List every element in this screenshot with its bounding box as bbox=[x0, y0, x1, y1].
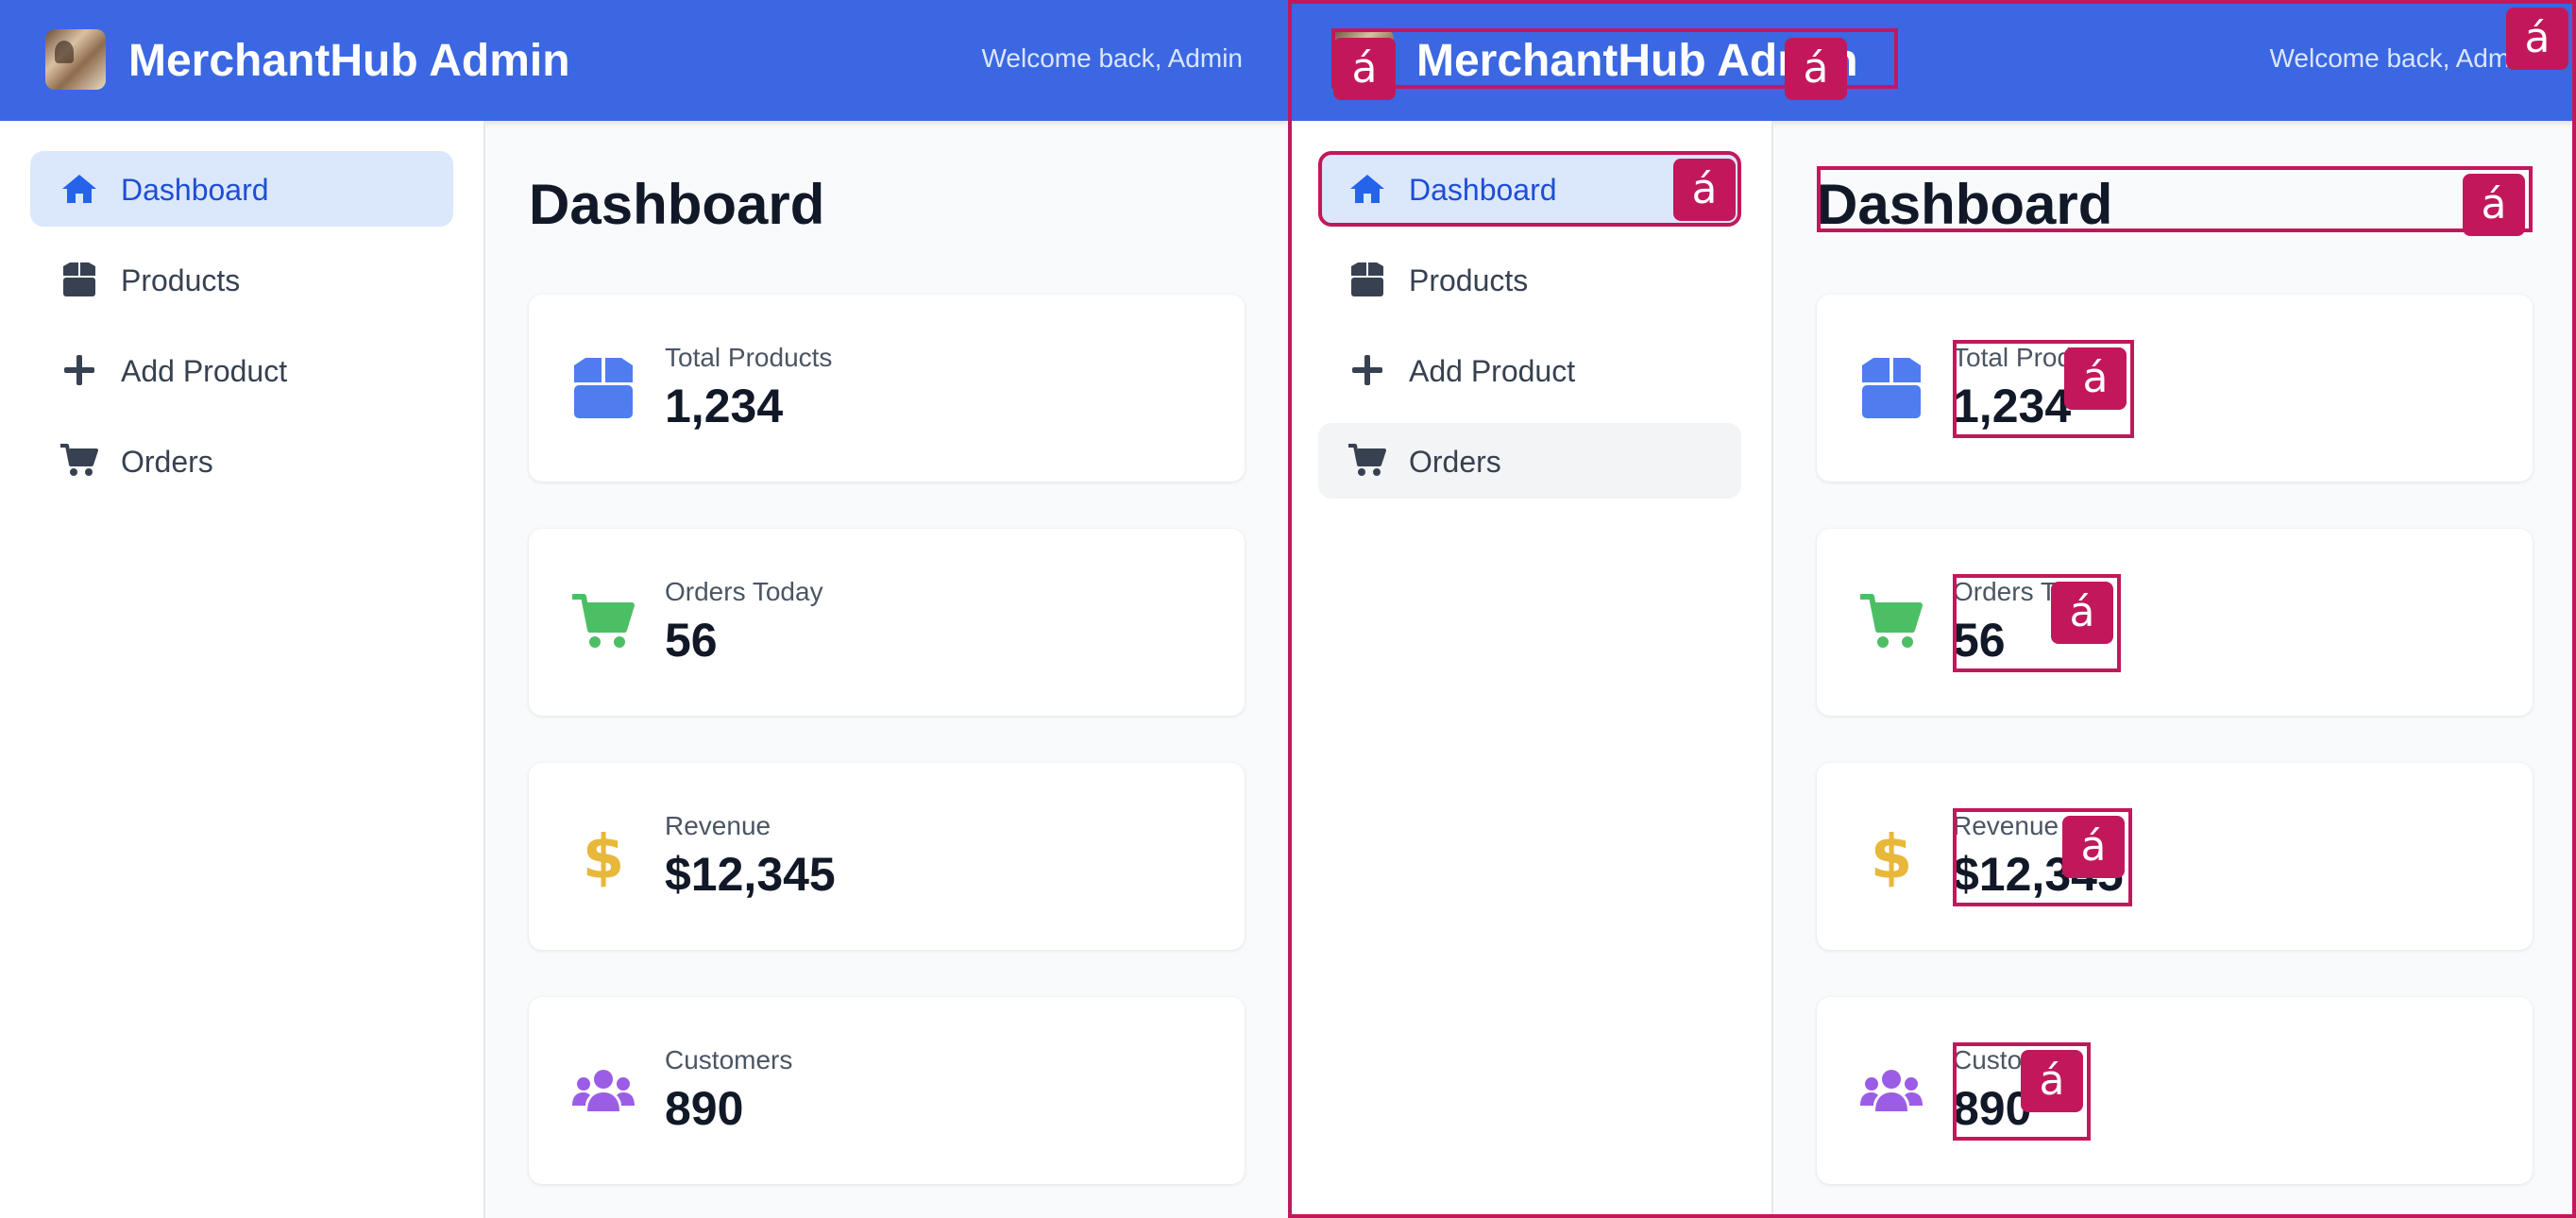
stat-card-customers: Customers 890 bbox=[1817, 997, 2533, 1184]
top-header: MerchantHub Admin Welcome back, Admin bbox=[0, 0, 1288, 121]
users-icon bbox=[572, 1059, 635, 1122]
cart-icon bbox=[60, 444, 98, 478]
stat-value: $12,345 bbox=[665, 848, 836, 901]
annotation-marker: á bbox=[1785, 38, 1847, 100]
sidebar-item-add-product[interactable]: Add Product bbox=[1318, 332, 1741, 408]
sidebar-item-label: Products bbox=[121, 263, 241, 297]
stat-label: Customers bbox=[665, 1045, 793, 1074]
app-window-left: MerchantHub Admin Welcome back, Admin Da… bbox=[0, 0, 1288, 1218]
sidebar-item-products[interactable]: Products bbox=[1318, 242, 1741, 317]
plus-icon bbox=[1348, 353, 1386, 387]
box-icon bbox=[1348, 262, 1386, 296]
stat-card-revenue: $ Revenue $12,345 bbox=[1817, 763, 2533, 950]
stat-value: 1,234 bbox=[665, 380, 784, 432]
sidebar: Dashboard Products Add Product Orders bbox=[0, 121, 485, 1218]
sidebar-item-label: Add Product bbox=[121, 354, 288, 388]
plus-icon bbox=[60, 353, 98, 387]
sidebar-item-label: Add Product bbox=[1409, 354, 1576, 388]
page-title: Dashboard bbox=[529, 173, 825, 236]
stat-card-total-products: Total Products 1,234 bbox=[1817, 295, 2533, 482]
annotation-marker: á bbox=[2064, 347, 2127, 410]
sidebar-item-label: Orders bbox=[1409, 445, 1501, 479]
stat-card-revenue: $ Revenue $12,345 bbox=[529, 763, 1245, 950]
annotation-marker: á bbox=[2051, 582, 2113, 644]
stat-value: 56 bbox=[665, 614, 718, 667]
stat-label: Revenue bbox=[665, 811, 771, 840]
logo-image bbox=[45, 29, 106, 90]
stat-label: Revenue bbox=[1953, 811, 2059, 840]
top-header: MerchantHub Admin Welcome back, Admin bbox=[1288, 0, 2576, 121]
home-icon bbox=[1348, 172, 1386, 206]
stat-card-orders-today: Orders Today 56 bbox=[1817, 529, 2533, 716]
main-content: Dashboard Total Products 1,234 Orders To… bbox=[485, 121, 1288, 1218]
annotation-marker: á bbox=[2463, 174, 2525, 236]
sidebar-item-label: Products bbox=[1409, 263, 1529, 297]
dollar-icon: $ bbox=[1860, 825, 1923, 888]
stat-card-total-products: Total Products 1,234 bbox=[529, 295, 1245, 482]
stat-label: Orders Today bbox=[665, 577, 823, 606]
sidebar-item-label: Orders bbox=[121, 445, 213, 479]
main-content: Dashboard Total Products 1,234 Orders To… bbox=[1773, 121, 2576, 1218]
stat-card-customers: Customers 890 bbox=[529, 997, 1245, 1184]
home-icon bbox=[60, 172, 98, 206]
annotation-marker: á bbox=[1333, 38, 1396, 100]
stat-value: 56 bbox=[1953, 614, 2006, 667]
box-icon bbox=[572, 357, 635, 419]
sidebar-item-add-product[interactable]: Add Product bbox=[30, 332, 453, 408]
sidebar-item-dashboard[interactable]: Dashboard bbox=[30, 151, 453, 227]
annotation-marker: á bbox=[2506, 8, 2568, 70]
annotation-marker: á bbox=[2062, 816, 2125, 878]
app-window-right: MerchantHub Admin Welcome back, Admin Da… bbox=[1288, 0, 2576, 1218]
svg-text:$: $ bbox=[1871, 825, 1913, 888]
sidebar-item-products[interactable]: Products bbox=[30, 242, 453, 317]
sidebar-item-label: Dashboard bbox=[121, 173, 269, 207]
users-icon bbox=[1860, 1059, 1923, 1122]
stat-value: 890 bbox=[1953, 1082, 2032, 1135]
sidebar-item-orders[interactable]: Orders bbox=[30, 423, 453, 499]
welcome-text: Welcome back, Admin bbox=[981, 43, 1244, 73]
app-title: MerchantHub Admin bbox=[128, 36, 570, 86]
svg-text:$: $ bbox=[583, 825, 625, 888]
cart-icon bbox=[1860, 591, 1923, 653]
sidebar-item-label: Dashboard bbox=[1409, 173, 1557, 207]
page-title: Dashboard bbox=[1817, 173, 2113, 236]
annotation-marker: á bbox=[1673, 159, 1736, 221]
dollar-icon: $ bbox=[572, 825, 635, 888]
stat-value: 1,234 bbox=[1953, 380, 2072, 432]
stat-value: 890 bbox=[665, 1082, 744, 1135]
stat-card-orders-today: Orders Today 56 bbox=[529, 529, 1245, 716]
sidebar-item-orders[interactable]: Orders bbox=[1318, 423, 1741, 499]
cart-icon bbox=[1348, 444, 1386, 478]
welcome-text: Welcome back, Admin bbox=[2269, 43, 2532, 73]
box-icon bbox=[60, 262, 98, 296]
sidebar: Dashboard Products Add Product Orders bbox=[1288, 121, 1773, 1218]
stat-label: Total Products bbox=[665, 343, 833, 372]
box-icon bbox=[1860, 357, 1923, 419]
annotation-marker: á bbox=[2021, 1050, 2083, 1112]
cart-icon bbox=[572, 591, 635, 653]
